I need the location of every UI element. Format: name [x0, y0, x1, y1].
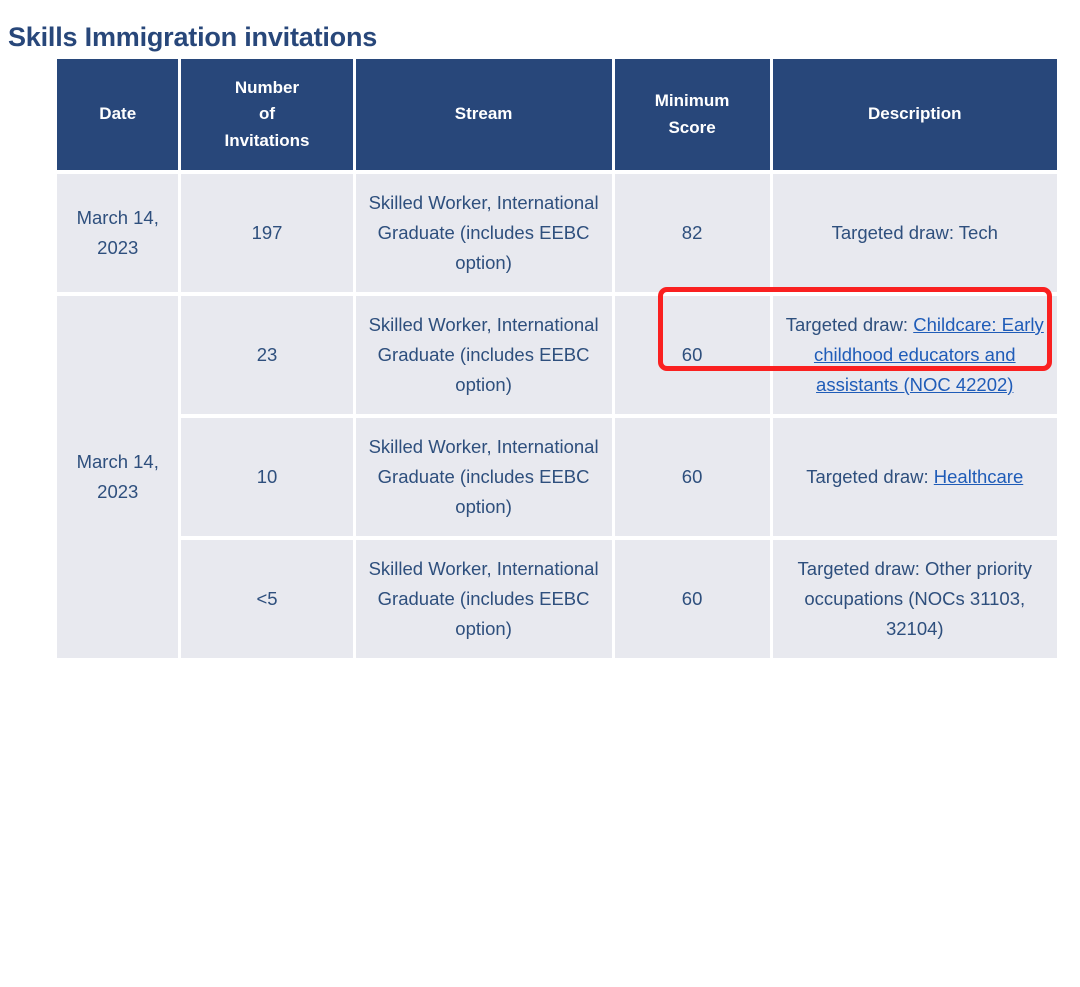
cell-minimum-score: 82 — [614, 174, 770, 292]
description-text: Targeted draw: Other priority occupation… — [797, 557, 1032, 639]
table-row: March 14, 2023 197 Skilled Worker, Inter… — [57, 174, 1057, 292]
cell-stream: Skilled Worker, International Graduate (… — [355, 417, 612, 536]
column-header-date: Date — [57, 59, 179, 171]
column-header-description: Description — [772, 59, 1057, 171]
description-text: Targeted draw: — [785, 313, 914, 335]
table-header-row: Date Number of Invitations Stream Minimu… — [57, 59, 1057, 171]
table-header: Date Number of Invitations Stream Minimu… — [57, 59, 1057, 171]
description-text: Targeted draw: Tech — [831, 222, 998, 243]
description-text: Targeted draw: — [806, 465, 934, 487]
cell-description: Targeted draw: Tech — [772, 174, 1057, 292]
table-body: March 14, 2023 197 Skilled Worker, Inter… — [57, 174, 1057, 658]
cell-stream: Skilled Worker, International Graduate (… — [355, 174, 612, 292]
cell-description: Targeted draw: Healthcare — [772, 417, 1057, 536]
cell-minimum-score: 60 — [614, 539, 770, 658]
table-row: <5 Skilled Worker, International Graduat… — [57, 539, 1057, 658]
cell-number-of-invitations: 197 — [181, 174, 353, 292]
description-link-healthcare[interactable]: Healthcare — [934, 466, 1023, 487]
table-row: March 14, 2023 23 Skilled Worker, Intern… — [57, 295, 1057, 658]
column-header-score-line-1: Minimum — [654, 91, 730, 111]
cell-minimum-score: 60 — [614, 295, 770, 414]
column-header-number-of-invitations: Number of Invitations — [181, 59, 353, 171]
column-header-stream: Stream — [355, 59, 612, 171]
cell-description: Targeted draw: Childcare: Early childhoo… — [772, 295, 1057, 414]
cell-description: Targeted draw: Other priority occupation… — [772, 539, 1057, 658]
invitations-table-wrapper: Date Number of Invitations Stream Minimu… — [57, 59, 1063, 658]
column-header-stream-line-1: Stream — [454, 104, 513, 124]
page-title: Skills Immigration invitations — [8, 22, 378, 53]
column-header-number-line-1: Number — [234, 78, 300, 97]
column-header-score-line-2: Score — [668, 117, 716, 137]
skills-immigration-invitations-table: Date Number of Invitations Stream Minimu… — [54, 55, 1060, 662]
column-header-number-line-2: of — [258, 104, 276, 124]
cell-date: March 14, 2023 — [57, 174, 179, 292]
column-header-date-line-1: Date — [99, 104, 137, 124]
column-header-minimum-score: Minimum Score — [614, 59, 770, 171]
cell-number-of-invitations: 23 — [181, 295, 353, 414]
cell-minimum-score: 60 — [614, 417, 770, 536]
column-header-description-line-1: Description — [867, 104, 962, 124]
cell-stream: Skilled Worker, International Graduate (… — [355, 539, 612, 658]
column-header-number-line-3: Invitations — [224, 130, 310, 150]
table-row: 10 Skilled Worker, International Graduat… — [57, 417, 1057, 536]
cell-number-of-invitations: <5 — [181, 539, 353, 658]
cell-number-of-invitations: 10 — [181, 417, 353, 536]
cell-stream: Skilled Worker, International Graduate (… — [355, 295, 612, 414]
cell-date: March 14, 2023 — [57, 295, 179, 658]
